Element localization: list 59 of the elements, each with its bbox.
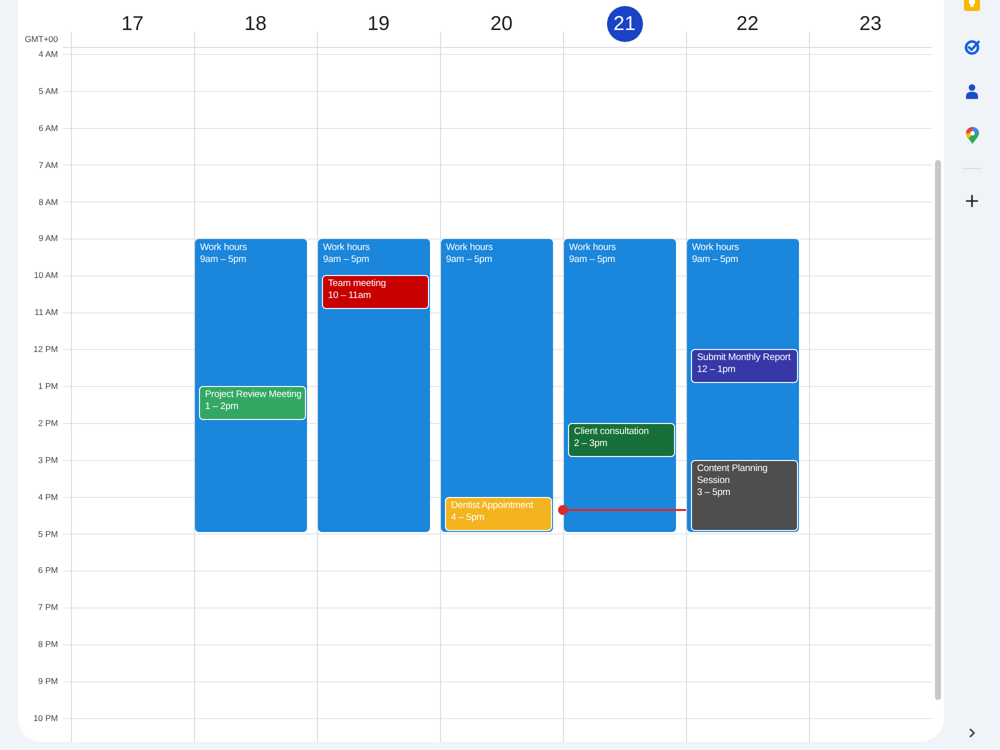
event-time: 9am – 5pm <box>446 254 494 266</box>
event-time: 9am – 5pm <box>200 254 248 266</box>
event-title: Work hours <box>692 242 740 254</box>
hour-label: 11 AM <box>34 306 58 318</box>
hour-label: 5 PM <box>38 528 58 540</box>
hour-label: 4 AM <box>38 48 58 60</box>
event-card[interactable]: Client consultation 2 – 3pm <box>568 423 675 457</box>
event-title: Submit Monthly Report <box>697 352 792 364</box>
hour-label: 10 PM <box>33 712 58 724</box>
hour-label: 2 PM <box>38 416 58 429</box>
day-number[interactable]: 23 <box>852 6 888 42</box>
event-card[interactable]: Submit Monthly Report 12 – 1pm <box>691 349 798 384</box>
hour-label: 9 AM <box>38 232 58 244</box>
day-number[interactable]: 22 <box>730 6 766 42</box>
event-title: Work hours <box>569 242 617 254</box>
hour-label: 12 PM <box>33 343 58 356</box>
event-title: Work hours <box>200 242 248 254</box>
event-time: 10 – 11am <box>328 290 372 302</box>
timezone-label: GMT+00 <box>24 34 58 45</box>
event-time: 9am – 5pm <box>569 254 616 266</box>
event-time: 9am – 5pm <box>692 254 740 266</box>
hour-label: 6 AM <box>38 122 58 134</box>
event-title: Project Review Meeting <box>205 389 302 402</box>
chevron-right-icon[interactable] <box>969 728 975 738</box>
event-card[interactable]: Content Planning Session 3 – 5pm <box>691 460 798 531</box>
hour-label: 3 PM <box>38 454 58 466</box>
event-time: 4 – 5pm <box>451 512 486 524</box>
hour-label: 7 PM <box>38 601 58 614</box>
event-time: 12 – 1pm <box>697 364 736 376</box>
hour-label: 1 PM <box>38 380 58 392</box>
event-time: 9am – 5pm <box>323 254 370 266</box>
event-title: Team meeting <box>328 278 387 290</box>
event-title: Content Planning Session <box>697 462 768 487</box>
map-pin-icon[interactable] <box>966 126 978 144</box>
hour-label: 10 AM <box>34 269 58 282</box>
day-number[interactable]: 19 <box>360 6 396 42</box>
event-time: 1 – 2pm <box>205 401 240 414</box>
event-title: Client consultation <box>574 426 650 438</box>
day-number[interactable]: 20 <box>484 6 520 42</box>
hour-label: 8 AM <box>38 196 58 208</box>
person-icon[interactable] <box>966 84 978 98</box>
hour-label: 9 PM <box>38 675 58 688</box>
event-title: Dentist Appointment <box>451 500 534 512</box>
hour-label: 6 PM <box>38 564 58 576</box>
day-number[interactable]: 18 <box>238 6 274 42</box>
event-time: 3 – 5pm <box>697 486 732 499</box>
checkmark-circle-icon[interactable] <box>964 39 980 55</box>
hour-label: 4 PM <box>38 490 58 503</box>
day-number[interactable]: 17 <box>114 6 150 42</box>
hour-label: 5 AM <box>38 84 58 97</box>
event-card[interactable]: Team meeting 10 – 11am <box>322 275 429 310</box>
hour-label: 8 PM <box>38 638 58 650</box>
plus-icon[interactable] <box>966 195 978 207</box>
event-time: 2 – 3pm <box>574 438 608 450</box>
event-title: Work hours <box>446 242 494 254</box>
day-number[interactable]: 21 <box>606 6 642 42</box>
hour-label: 7 AM <box>38 158 58 171</box>
scrollbar-thumb[interactable] <box>935 160 941 700</box>
event-title: Work hours <box>323 242 371 254</box>
